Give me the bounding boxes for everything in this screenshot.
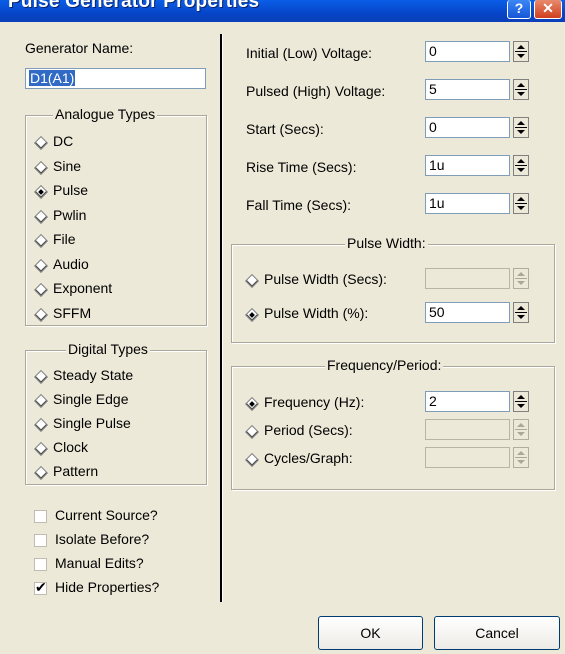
spin-buttons-icon[interactable] [513,268,529,289]
radio-label: Clock [53,439,89,455]
radio-label: Pattern [53,463,99,479]
spin-buttons-icon[interactable] [513,155,529,176]
pulsed-high-voltage-field[interactable]: 5 [425,79,510,100]
analogue-types-title: Analogue Types [53,106,158,122]
checkbox-label: Current Source? [55,507,158,523]
radio-label: Frequency (Hz): [264,394,365,410]
generator-name-value: D1(A1) [29,70,76,86]
close-button[interactable]: ✕ [534,0,562,19]
spin-buttons-icon[interactable] [513,117,529,138]
radio-label: Single Pulse [53,415,131,431]
cancel-button[interactable]: Cancel [434,616,560,650]
radio-label: SFFM [53,304,92,321]
radio-label: Pulse Width (Secs): [264,271,387,287]
radio-label: Exponent [53,280,113,296]
spin-buttons-icon[interactable] [513,41,529,62]
window-title: Pulse Generator Properties [8,0,260,12]
spin-buttons-icon[interactable] [513,419,529,440]
period-secs-field[interactable] [425,419,510,440]
spin-divider [515,203,527,204]
spin-buttons-icon[interactable] [513,447,529,468]
generator-name-label: Generator Name: [25,40,134,56]
spin-divider [515,51,527,52]
frequency-period-title: Frequency/Period: [325,357,444,373]
column-divider [220,34,223,602]
spin-divider [515,127,527,128]
radio-label: Period (Secs): [264,422,353,438]
pulse-width-group: Pulse Width: [231,235,555,343]
checkbox-current-source[interactable] [34,510,47,523]
param-label: Fall Time (Secs): [246,197,352,213]
radio-label: DC [53,133,74,149]
spin-divider [515,165,527,166]
cycles-graph-field[interactable] [425,447,510,468]
radio-label: Audio [53,255,89,272]
param-label: Start (Secs): [246,121,324,137]
radio-label: Pwlin [53,206,87,223]
generator-name-field[interactable]: D1(A1) [25,68,206,89]
spin-divider [515,429,527,430]
initial-low-voltage-field[interactable]: 0 [425,41,510,62]
checkbox-label: Isolate Before? [55,531,150,547]
checkbox-isolate-before[interactable] [34,534,47,547]
param-label: Initial (Low) Voltage: [246,45,373,61]
spin-buttons-icon[interactable] [513,193,529,214]
title-bar: Pulse Generator Properties ? ✕ [0,0,565,22]
checkbox-label: Manual Edits? [55,555,144,571]
radio-label: Pulse [53,182,89,198]
radio-label: File [53,231,76,247]
ok-button[interactable]: OK [318,616,423,650]
rise-time-secs-field[interactable]: 1u [425,155,510,176]
start-secs-field[interactable]: 0 [425,117,510,138]
frequency-hz-field[interactable]: 2 [425,391,510,412]
spin-buttons-icon[interactable] [513,391,529,412]
checkbox-manual-edits[interactable] [34,558,47,571]
radio-label: Sine [53,157,82,174]
checkbox-hide-properties[interactable] [34,579,47,596]
spin-divider [515,401,527,402]
radio-label: Pulse Width (%): [264,305,369,321]
spin-divider [515,457,527,458]
checkbox-label: Hide Properties? [55,579,160,595]
spin-divider [515,312,527,313]
spin-divider [515,89,527,90]
help-button[interactable]: ? [507,0,531,19]
pulse-width-field[interactable]: 50 [425,302,510,323]
spin-divider [515,278,527,279]
spin-buttons-icon[interactable] [513,79,529,100]
pulse-width-title: Pulse Width: [345,235,428,251]
radio-label: Single Edge [53,391,129,407]
radio-label: Steady State [53,367,134,383]
param-label: Pulsed (High) Voltage: [246,83,386,99]
digital-types-title: Digital Types [66,341,150,357]
param-label: Rise Time (Secs): [246,159,357,175]
radio-label: Cycles/Graph: [264,450,353,466]
spin-buttons-icon[interactable] [513,302,529,323]
pulse-width-secs-field[interactable] [425,268,510,289]
fall-time-secs-field[interactable]: 1u [425,193,510,214]
